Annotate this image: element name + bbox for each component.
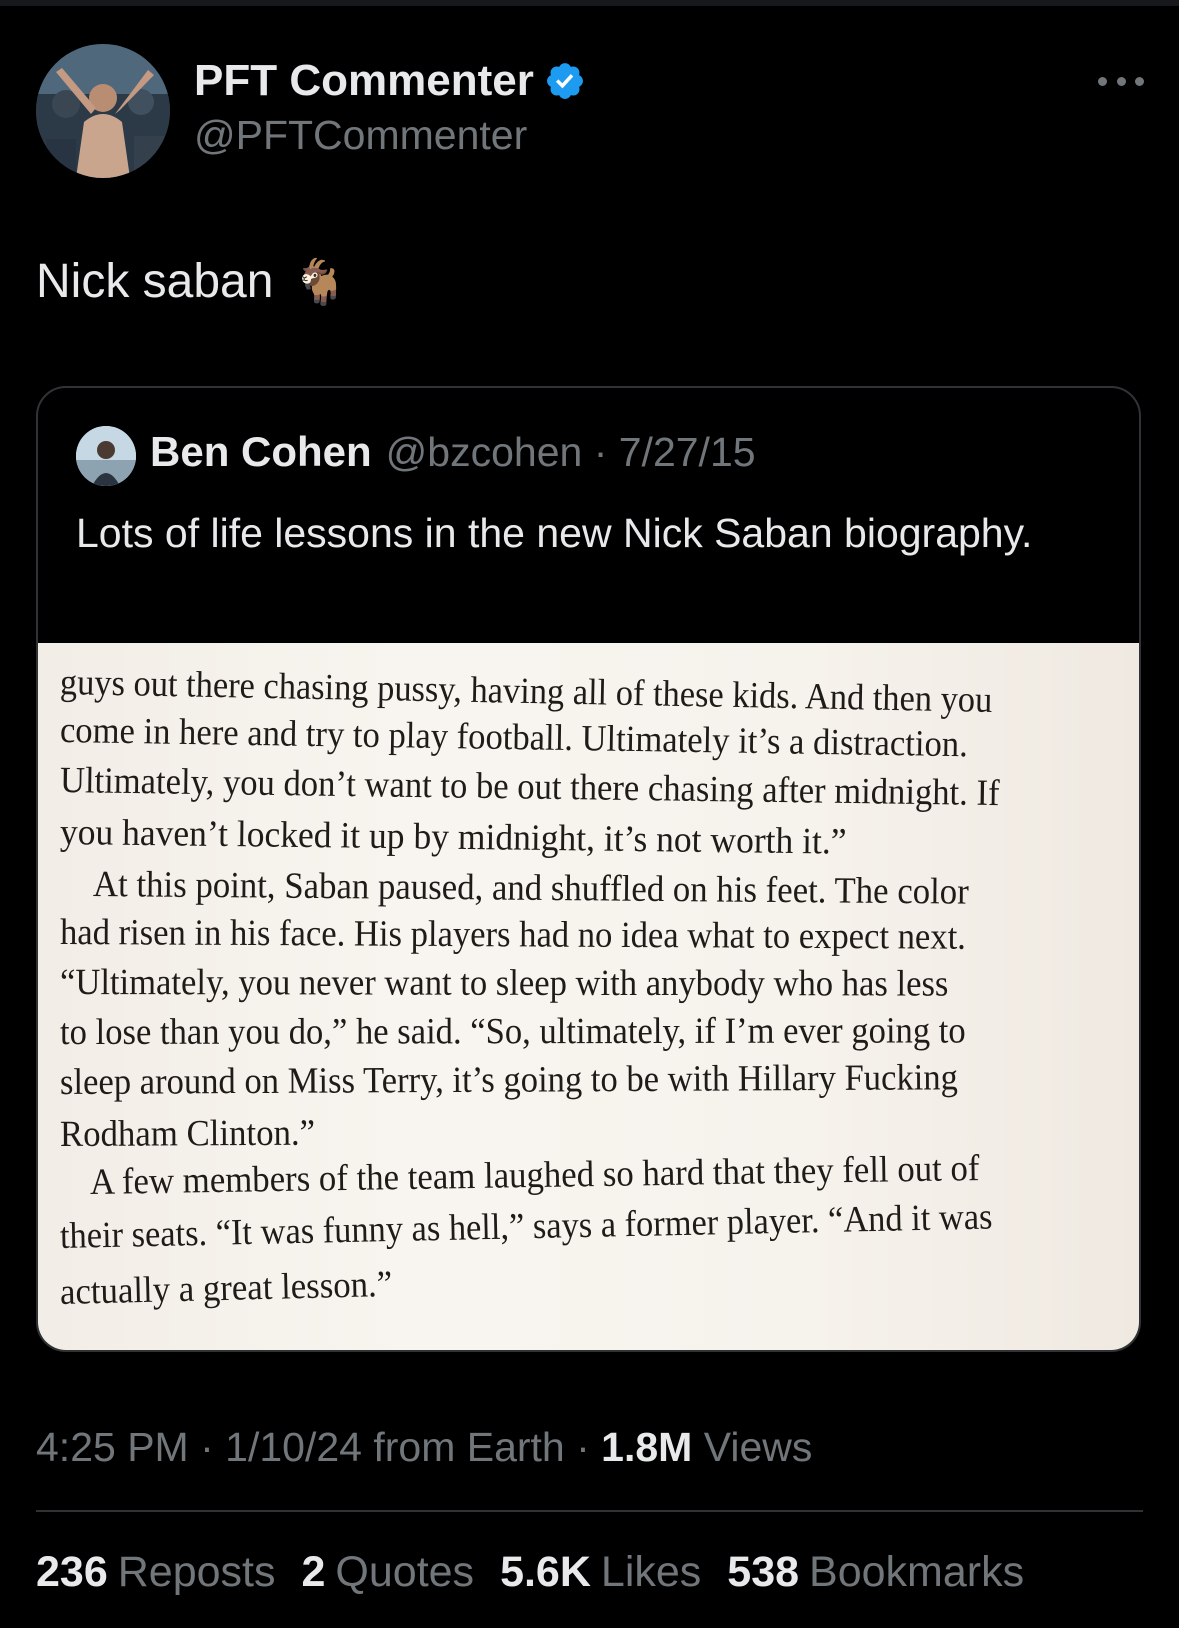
reposts-stat[interactable]: 236 Reposts bbox=[36, 1548, 276, 1597]
book-page-line: you haven’t locked it up by midnight, it… bbox=[59, 812, 847, 863]
more-options-icon[interactable] bbox=[1098, 68, 1144, 94]
tweet-text: Nick saban 🐐 bbox=[36, 254, 348, 309]
more-dot bbox=[1098, 76, 1107, 86]
goat-emoji-icon: 🐐 bbox=[292, 258, 348, 307]
book-page-line: to lose than you do,” he said. “So, ulti… bbox=[59, 1010, 966, 1053]
author-avatar[interactable] bbox=[36, 44, 170, 178]
quoted-tweet-card[interactable]: Ben Cohen @bzcohen · 7/27/15 Lots of lif… bbox=[36, 386, 1141, 1352]
quotes-label: Quotes bbox=[335, 1548, 475, 1596]
quotes-count: 2 bbox=[301, 1548, 326, 1596]
author-name-text[interactable]: PFT Commenter bbox=[194, 56, 534, 106]
tweet-source: from Earth bbox=[373, 1424, 565, 1470]
book-page-line: their seats. “It was funny as hell,” say… bbox=[59, 1196, 993, 1257]
views-count: 1.8M bbox=[601, 1424, 693, 1470]
divider bbox=[36, 1510, 1143, 1512]
quoted-author-handle: @bzcohen bbox=[385, 429, 583, 475]
quoted-author-name: Ben Cohen bbox=[150, 428, 372, 475]
more-dot bbox=[1135, 76, 1144, 86]
views-label: Views bbox=[703, 1424, 813, 1470]
book-page-image[interactable]: guys out there chasing pussy, having all… bbox=[38, 643, 1139, 1350]
top-bar bbox=[0, 0, 1179, 6]
book-page-line: actually a great lesson.” bbox=[59, 1263, 393, 1313]
likes-stat[interactable]: 5.6K Likes bbox=[500, 1548, 701, 1597]
more-dot bbox=[1116, 76, 1126, 86]
book-page-line: had risen in his face. His players had n… bbox=[59, 912, 967, 958]
quoted-author-handle-date: @bzcohen · 7/27/15 bbox=[385, 429, 756, 475]
reposts-label: Reposts bbox=[117, 1548, 276, 1596]
book-page-line: At this point, Saban paused, and shuffle… bbox=[92, 864, 969, 913]
likes-count: 5.6K bbox=[500, 1548, 591, 1596]
tweet-meta-line: 4:25 PM · 1/10/24 from Earth · 1.8M View… bbox=[36, 1424, 813, 1470]
quoted-author-avatar bbox=[76, 426, 136, 486]
quoted-tweet-text: Lots of life lessons in the new Nick Sab… bbox=[76, 510, 1033, 556]
quotes-stat[interactable]: 2 Quotes bbox=[302, 1548, 475, 1597]
bookmarks-count: 538 bbox=[727, 1548, 800, 1596]
verified-badge-icon bbox=[546, 63, 583, 99]
quoted-tweet-date: 7/27/15 bbox=[618, 429, 756, 475]
reposts-count: 236 bbox=[36, 1548, 108, 1596]
author-display-name[interactable]: PFT Commenter bbox=[194, 56, 586, 106]
quoted-tweet-header: Ben Cohen @bzcohen · 7/27/15 bbox=[150, 428, 756, 476]
book-page-line: Ultimately, you don’t want to be out the… bbox=[59, 760, 1000, 815]
bookmarks-stat[interactable]: 538 Bookmarks bbox=[727, 1548, 1024, 1597]
tweet-text-body: Nick saban bbox=[36, 255, 274, 308]
likes-label: Likes bbox=[600, 1548, 702, 1596]
engagement-stats: 236 Reposts 2 Quotes 5.6K Likes 538 Bookmark… bbox=[36, 1548, 1024, 1597]
book-page-line: “Ultimately, you never want to sleep wit… bbox=[59, 962, 949, 1005]
tweet-timestamp[interactable]: 4:25 PM bbox=[36, 1424, 189, 1470]
bookmarks-label: Bookmarks bbox=[809, 1548, 1025, 1596]
tweet-date[interactable]: 1/10/24 bbox=[225, 1424, 362, 1470]
book-page-line: sleep around on Miss Terry, it’s going t… bbox=[59, 1057, 959, 1103]
author-handle[interactable]: @PFTCommenter bbox=[194, 112, 527, 159]
